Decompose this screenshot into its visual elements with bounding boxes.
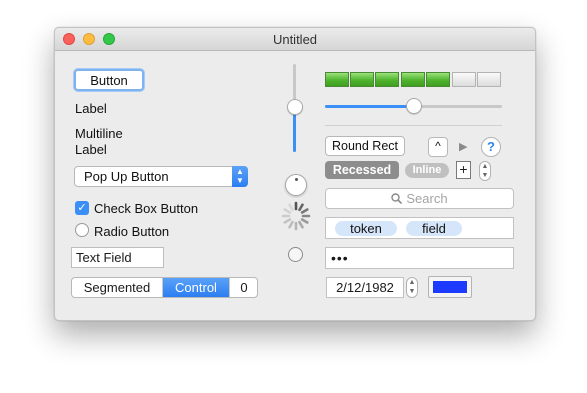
help-button[interactable]: ?: [481, 137, 501, 157]
level-segment: [325, 72, 349, 87]
secure-text-field[interactable]: •••: [325, 247, 514, 269]
search-field[interactable]: Search: [325, 188, 514, 209]
radio-button-label[interactable]: Radio Button: [94, 224, 169, 239]
recessed-button[interactable]: Recessed: [325, 161, 399, 179]
disclosure-button[interactable]: ^: [428, 137, 448, 157]
horizontal-slider-knob[interactable]: [406, 98, 422, 114]
plus-button[interactable]: +: [456, 161, 471, 179]
date-stepper[interactable]: ▲ ▼: [406, 277, 418, 298]
level-indicator[interactable]: [325, 72, 502, 88]
up-down-chevrons-icon: ▲ ▼: [232, 166, 248, 187]
window-title: Untitled: [272, 32, 318, 47]
push-button[interactable]: Button: [74, 69, 144, 91]
color-swatch: [433, 281, 467, 293]
segment-segmented[interactable]: Segmented: [72, 278, 163, 297]
vertical-slider-knob[interactable]: [287, 99, 303, 115]
stepper[interactable]: ▲ ▼: [479, 161, 491, 181]
disclosure-triangle-icon[interactable]: ▶: [459, 140, 467, 153]
progress-spinner-icon: [281, 201, 311, 231]
level-segment: [375, 72, 399, 87]
radio-button[interactable]: [75, 223, 89, 237]
popup-button-label: Pop Up Button: [84, 169, 169, 184]
checkmark-icon: ✓: [77, 202, 87, 214]
circular-slider[interactable]: [285, 174, 307, 196]
segmented-control: Segmented Control 0: [71, 277, 258, 298]
text-field[interactable]: Text Field: [71, 247, 164, 268]
token-item[interactable]: field: [406, 221, 462, 236]
circular-slider-indicator: [295, 178, 298, 181]
app-window: Untitled Button Label Multiline Label Po…: [54, 27, 536, 321]
checkbox[interactable]: ✓: [75, 201, 89, 215]
date-picker[interactable]: 2/12/1982: [326, 277, 404, 298]
borderless-radio-button[interactable]: [288, 247, 303, 262]
segment-control[interactable]: Control: [163, 278, 229, 297]
search-icon: [391, 193, 403, 204]
multiline-label: Multiline Label: [75, 126, 123, 157]
level-segment: [452, 72, 476, 87]
level-segment: [401, 72, 425, 87]
segment-zero[interactable]: 0: [229, 278, 257, 297]
token-field[interactable]: token field: [325, 217, 514, 239]
popup-button[interactable]: Pop Up Button ▲ ▼: [74, 166, 248, 187]
level-segment: [477, 72, 501, 87]
search-placeholder: Search: [406, 191, 448, 206]
token-item[interactable]: token: [335, 221, 397, 236]
level-segment: [350, 72, 374, 87]
color-well[interactable]: [428, 276, 472, 298]
round-rect-button[interactable]: Round Rect: [325, 136, 405, 156]
static-label: Label: [75, 101, 107, 116]
title-bar[interactable]: Untitled: [55, 28, 535, 51]
separator-line: [325, 125, 502, 126]
horizontal-slider-fill: [325, 105, 413, 108]
checkbox-label[interactable]: Check Box Button: [94, 201, 198, 216]
level-segment: [426, 72, 450, 87]
inline-button[interactable]: Inline: [405, 163, 449, 178]
chevron-up-icon: ^: [435, 139, 441, 153]
